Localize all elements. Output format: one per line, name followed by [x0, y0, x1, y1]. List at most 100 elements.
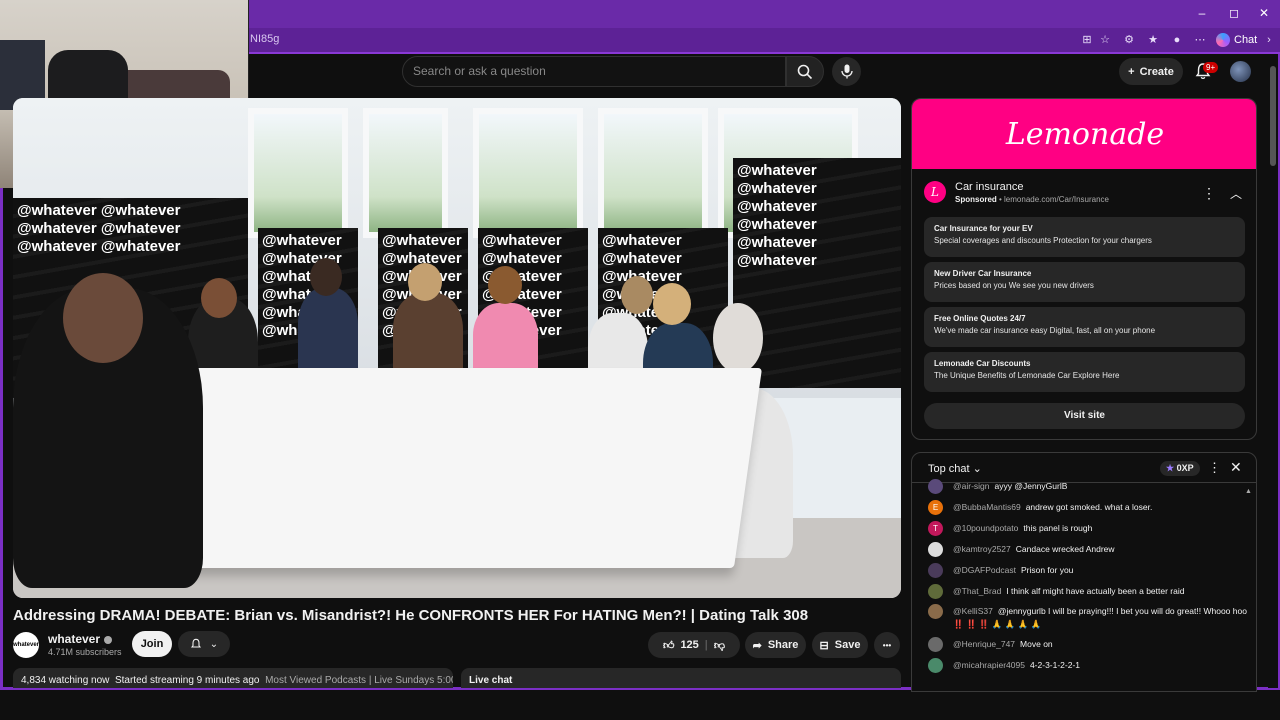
subscription-notification-button[interactable]: ⌄	[178, 631, 230, 657]
chat-menu-icon[interactable]: ⋮	[1208, 460, 1221, 476]
chat-user-avatar[interactable]	[928, 563, 943, 578]
ad-title[interactable]: Car insurance	[955, 181, 1023, 193]
description-box[interactable]: 4,834 watching now Started streaming 9 m…	[13, 668, 453, 688]
search-button[interactable]	[786, 56, 824, 87]
live-chat-replay-tab[interactable]: Live chat	[461, 668, 901, 688]
chat-username[interactable]: @micahrapier4095	[953, 660, 1025, 670]
profile-icon[interactable]: ●	[1170, 33, 1184, 47]
chat-message-body: @KelliS37 @jennygurlb I will be praying!!…	[953, 605, 1248, 631]
chat-message-text: Prison for you	[1020, 565, 1074, 575]
xp-badge[interactable]: ★ 0XP	[1160, 461, 1200, 476]
join-button[interactable]: Join	[132, 631, 172, 657]
channel-avatar[interactable]: whatever	[13, 632, 39, 658]
chat-user-avatar[interactable]	[928, 658, 943, 673]
chat-message-body: @Henrique_747 Move on	[953, 638, 1053, 652]
ad-collapse-icon[interactable]: ︿	[1230, 185, 1242, 202]
close-window-icon[interactable]: ✕	[1254, 6, 1274, 20]
video-scene-head	[713, 303, 763, 373]
copilot-chat-button[interactable]: Chat	[1216, 31, 1257, 49]
favorite-star-icon[interactable]: ☆	[1098, 33, 1112, 47]
chat-user-avatar[interactable]	[928, 479, 943, 494]
like-count[interactable]: 125	[680, 639, 698, 651]
chat-user-avatar[interactable]: T	[928, 521, 943, 536]
more-menu-icon[interactable]: ⋯	[1193, 33, 1207, 47]
chat-username[interactable]: @DGAFPodcast	[953, 565, 1016, 575]
chat-user-avatar[interactable]	[928, 637, 943, 652]
thumbs-up-icon[interactable]: 👍︎	[663, 639, 675, 652]
url-text[interactable]: NI85g	[250, 33, 279, 45]
bell-icon	[190, 638, 201, 648]
chat-user-avatar[interactable]	[928, 604, 943, 619]
chat-message[interactable]: @air-sign ayyy @JennyGurlB	[928, 479, 1248, 494]
ad-sitelink[interactable]: Car Insurance for your EV Special covera…	[924, 217, 1245, 257]
page-scrollbar[interactable]	[1268, 54, 1278, 688]
chat-username[interactable]: @That_Brad	[953, 586, 1001, 596]
thumbs-down-icon[interactable]: 👎︎	[714, 639, 725, 652]
extensions-icon[interactable]: ⚙	[1122, 33, 1136, 47]
ad-sitelink[interactable]: New Driver Car Insurance Prices based on…	[924, 262, 1245, 302]
chat-mode-dropdown[interactable]: Top chat ⌄	[928, 462, 982, 475]
chat-user-avatar[interactable]: E	[928, 500, 943, 515]
chat-message[interactable]: @That_Brad I think alf might have actuall…	[928, 584, 1248, 599]
ad-sitelink[interactable]: Lemonade Car Discounts The Unique Benefi…	[924, 352, 1245, 392]
ad-logo-icon[interactable]: L	[924, 181, 946, 203]
xp-star-icon: ★	[1166, 463, 1175, 473]
chat-message-body: @That_Brad I think alf might have actuall…	[953, 585, 1184, 599]
share-button[interactable]: ➦ Share	[745, 632, 806, 658]
chat-username[interactable]: @air-sign	[953, 481, 990, 491]
chat-username[interactable]: @KelliS37	[953, 606, 993, 616]
chat-message[interactable]: @kamtroy2527 Candace wrecked Andrew	[928, 542, 1248, 557]
visit-site-button[interactable]: Visit site	[924, 403, 1245, 429]
chat-message-text: this panel is rough	[1023, 523, 1093, 533]
chat-user-avatar[interactable]	[928, 584, 943, 599]
favorites-icon[interactable]: ★	[1146, 33, 1160, 47]
chat-message-text: andrew got smoked. what a loser.	[1025, 502, 1153, 512]
save-button[interactable]: ⊟ Save	[812, 632, 868, 658]
chat-message[interactable]: E @BubbaMantis69 andrew got smoked. what a…	[928, 500, 1248, 515]
video-scene-person	[298, 288, 358, 378]
microphone-icon	[840, 64, 853, 79]
chat-username[interactable]: @10poundpotato	[953, 523, 1018, 533]
save-icon: ⊟	[819, 639, 829, 652]
maximize-icon[interactable]: ◻	[1224, 6, 1244, 20]
create-button[interactable]: + Create	[1119, 58, 1183, 85]
chat-username[interactable]: @Henrique_747	[953, 639, 1015, 649]
save-label: Save	[834, 639, 861, 651]
chat-username[interactable]: @BubbaMantis69	[953, 502, 1021, 512]
minimize-icon[interactable]: –	[1192, 6, 1212, 20]
video-scene-head	[621, 276, 653, 314]
channel-name[interactable]: whatever	[48, 632, 113, 646]
chat-message[interactable]: @KelliS37 @jennygurlb I will be praying!!…	[928, 604, 1248, 631]
chat-close-icon[interactable]: ✕	[1230, 459, 1242, 476]
chat-message[interactable]: @DGAFPodcast Prison for you	[928, 563, 1248, 578]
ad-menu-icon[interactable]: ⋮	[1202, 185, 1216, 202]
video-player[interactable]: @whatever @whatever @whatever @whatever …	[13, 98, 901, 598]
channel-name-text[interactable]: whatever	[48, 632, 100, 646]
voice-search-button[interactable]	[832, 57, 861, 86]
scrollbar-thumb[interactable]	[1270, 66, 1276, 166]
ad-sitelink-heading: Free Online Quotes 24/7	[934, 314, 1026, 323]
chat-message-body: @10poundpotato this panel is rough	[953, 522, 1092, 536]
chat-message[interactable]: T @10poundpotato this panel is rough	[928, 521, 1248, 536]
chevron-down-icon: ⌄	[972, 463, 982, 475]
ad-sponsor-line: Sponsored • lemonade.com/Car/Insurance	[955, 195, 1109, 204]
ad-sitelink-desc: Prices based on you We see you new drive…	[934, 281, 1094, 290]
search-input[interactable]: Search or ask a question	[402, 56, 786, 87]
more-actions-button[interactable]: •••	[874, 632, 900, 658]
chat-user-avatar[interactable]	[928, 542, 943, 557]
sidebar-toggle-icon[interactable]: ›	[1262, 33, 1276, 47]
chat-message-body: @kamtroy2527 Candace wrecked Andrew	[953, 543, 1115, 557]
account-avatar[interactable]	[1230, 61, 1251, 82]
chat-message[interactable]: @micahrapier4095 4-2-3-1-2-2-1	[928, 658, 1248, 673]
chat-username[interactable]: @kamtroy2527	[953, 544, 1011, 554]
ad-brand-banner[interactable]: Lemonade	[912, 99, 1256, 169]
chat-message[interactable]: @Henrique_747 Move on	[928, 637, 1248, 652]
chat-scroll-up-icon[interactable]: ▲	[1245, 488, 1252, 495]
subscriber-count: 4.71M subscribers	[48, 647, 122, 657]
split-screen-icon[interactable]: ⊞	[1080, 33, 1094, 47]
description-tags: Most Viewed Podcasts | Live Sundays 5:00…	[265, 675, 453, 686]
share-icon: ➦	[752, 639, 762, 652]
chat-header: Top chat ⌄ ★ 0XP ⋮ ✕	[912, 453, 1256, 483]
ad-sitelink[interactable]: Free Online Quotes 24/7 We've made car i…	[924, 307, 1245, 347]
ad-sitelink-desc: The Unique Benefits of Lemonade Car Expl…	[934, 371, 1120, 380]
